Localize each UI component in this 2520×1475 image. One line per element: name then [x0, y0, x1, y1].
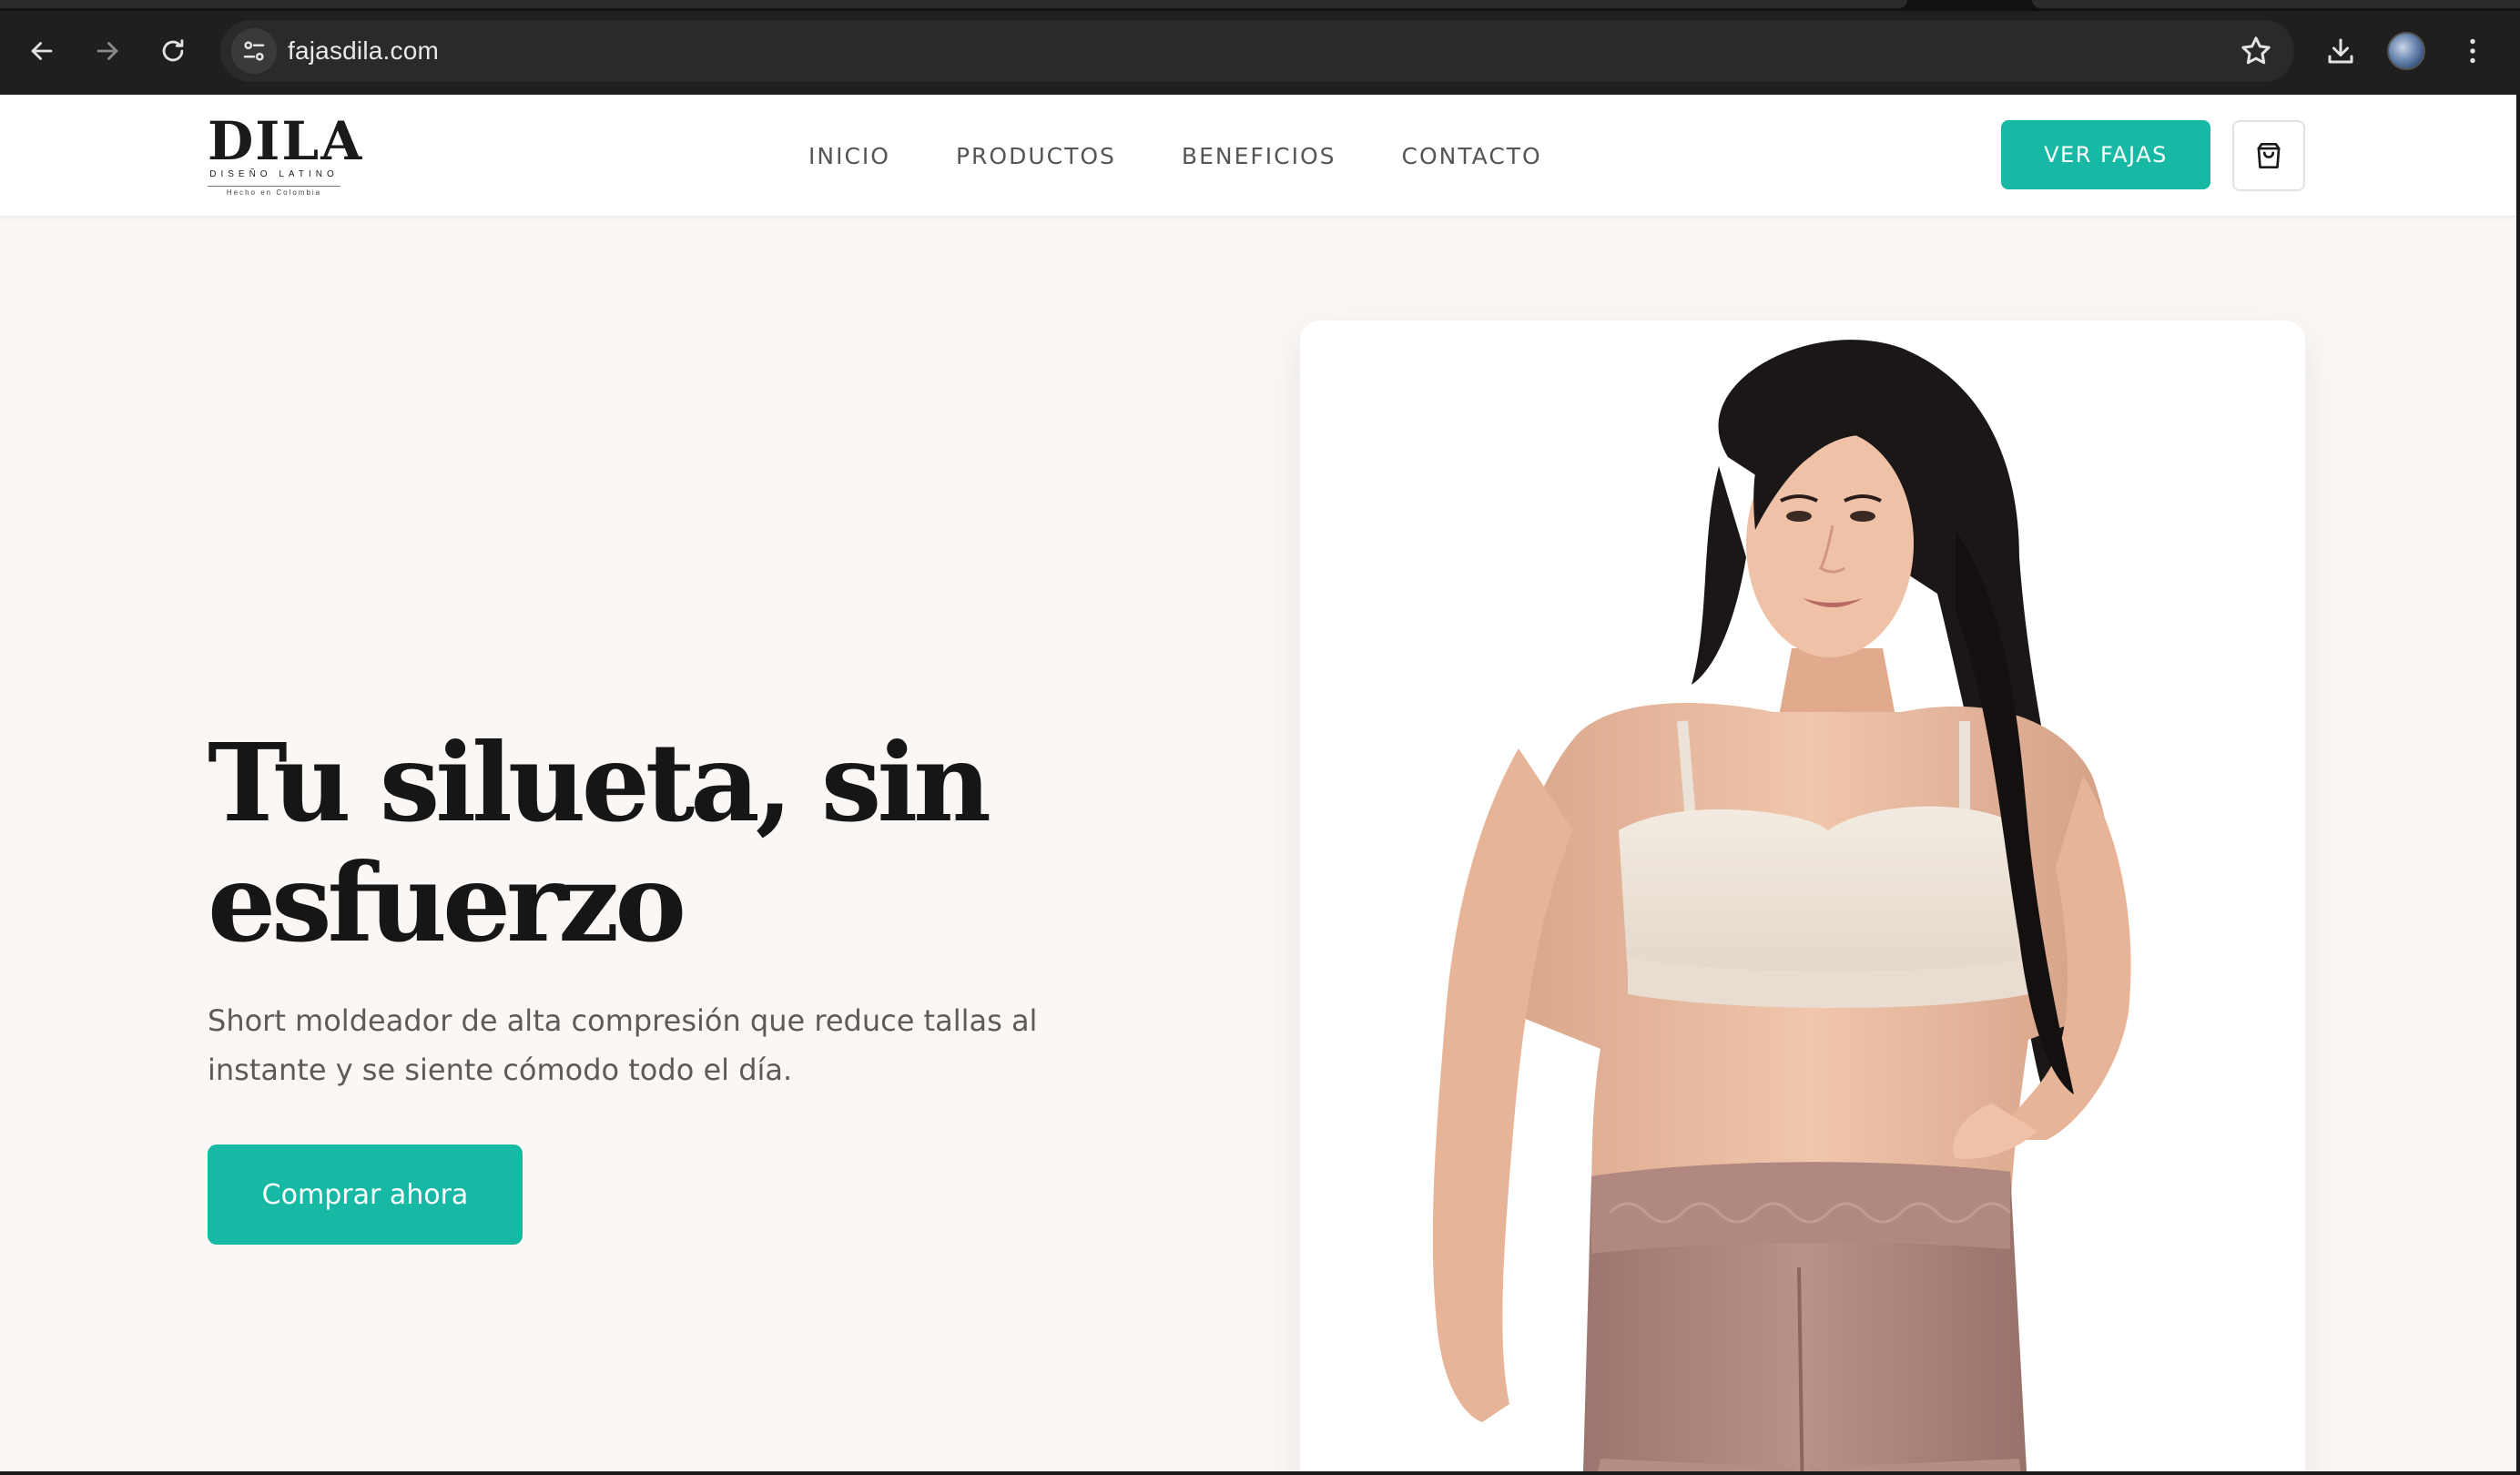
site-header: DILA DISEÑO LATINO Hecho en Colombia INI… — [0, 95, 2516, 217]
page-viewport: DILA DISEÑO LATINO Hecho en Colombia INI… — [0, 95, 2516, 1471]
tune-icon — [243, 41, 265, 61]
downloads-button[interactable] — [2317, 27, 2364, 75]
logo-tagline: Hecho en Colombia — [208, 186, 340, 197]
arrow-left-icon — [31, 42, 53, 60]
brand-logo[interactable]: DILA DISEÑO LATINO Hecho en Colombia — [208, 110, 364, 198]
hero-title-line-2: esfuerzo — [208, 839, 686, 966]
reload-button[interactable] — [149, 27, 197, 75]
ver-fajas-button[interactable]: VER FAJAS — [2001, 120, 2210, 189]
chrome-menu-button[interactable] — [2449, 27, 2496, 75]
nav-link-contacto[interactable]: CONTACTO — [1402, 138, 1542, 175]
nav-link-inicio[interactable]: INICIO — [808, 138, 890, 175]
nav-link-beneficios[interactable]: BENEFICIOS — [1182, 138, 1336, 175]
forward-button[interactable] — [84, 27, 131, 75]
window-frame-right — [2516, 95, 2520, 1475]
browser-toolbar: fajasdila.com — [0, 0, 2520, 95]
nav-link-productos[interactable]: PRODUCTOS — [956, 138, 1116, 175]
main-nav: INICIO PRODUCTOS BENEFICIOS CONTACTO — [808, 138, 1608, 175]
logo-wordmark: DILA — [208, 110, 364, 172]
url-text[interactable]: fajasdila.com — [288, 36, 439, 66]
profile-avatar[interactable] — [2387, 32, 2425, 70]
product-image-card — [1300, 320, 2305, 1471]
hero-title-line-1: Tu silueta, sin — [208, 719, 991, 846]
back-button[interactable] — [18, 27, 66, 75]
hero-subtitle-line-1: Short moldeador de alta compresión que r… — [208, 1003, 1038, 1038]
hero-title: Tu silueta, sin esfuerzo — [208, 723, 1209, 963]
tab-edge[interactable] — [2032, 0, 2520, 8]
comprar-ahora-button[interactable]: Comprar ahora — [208, 1144, 523, 1245]
bookmark-button[interactable] — [2238, 33, 2274, 69]
window-frame-bottom — [0, 1471, 2520, 1475]
site-info-button[interactable] — [231, 28, 277, 74]
kebab-menu-icon — [2470, 38, 2475, 64]
logo-subtitle: DISEÑO LATINO — [209, 169, 339, 179]
cart-button[interactable] — [2232, 120, 2305, 191]
shopping-bag-icon — [2257, 142, 2281, 169]
address-bar[interactable]: fajasdila.com — [220, 20, 2294, 82]
download-icon — [2328, 38, 2353, 64]
star-icon — [2241, 36, 2271, 65]
arrow-right-icon — [97, 42, 118, 60]
hero-subtitle-line-2: instante y se siente cómodo todo el día. — [208, 1053, 793, 1087]
hero-subtitle: Short moldeador de alta compresión que r… — [208, 996, 1118, 1094]
model-shapewear-image — [1432, 340, 2131, 1471]
reload-icon — [162, 39, 184, 62]
active-tab-edge[interactable] — [0, 0, 1907, 8]
